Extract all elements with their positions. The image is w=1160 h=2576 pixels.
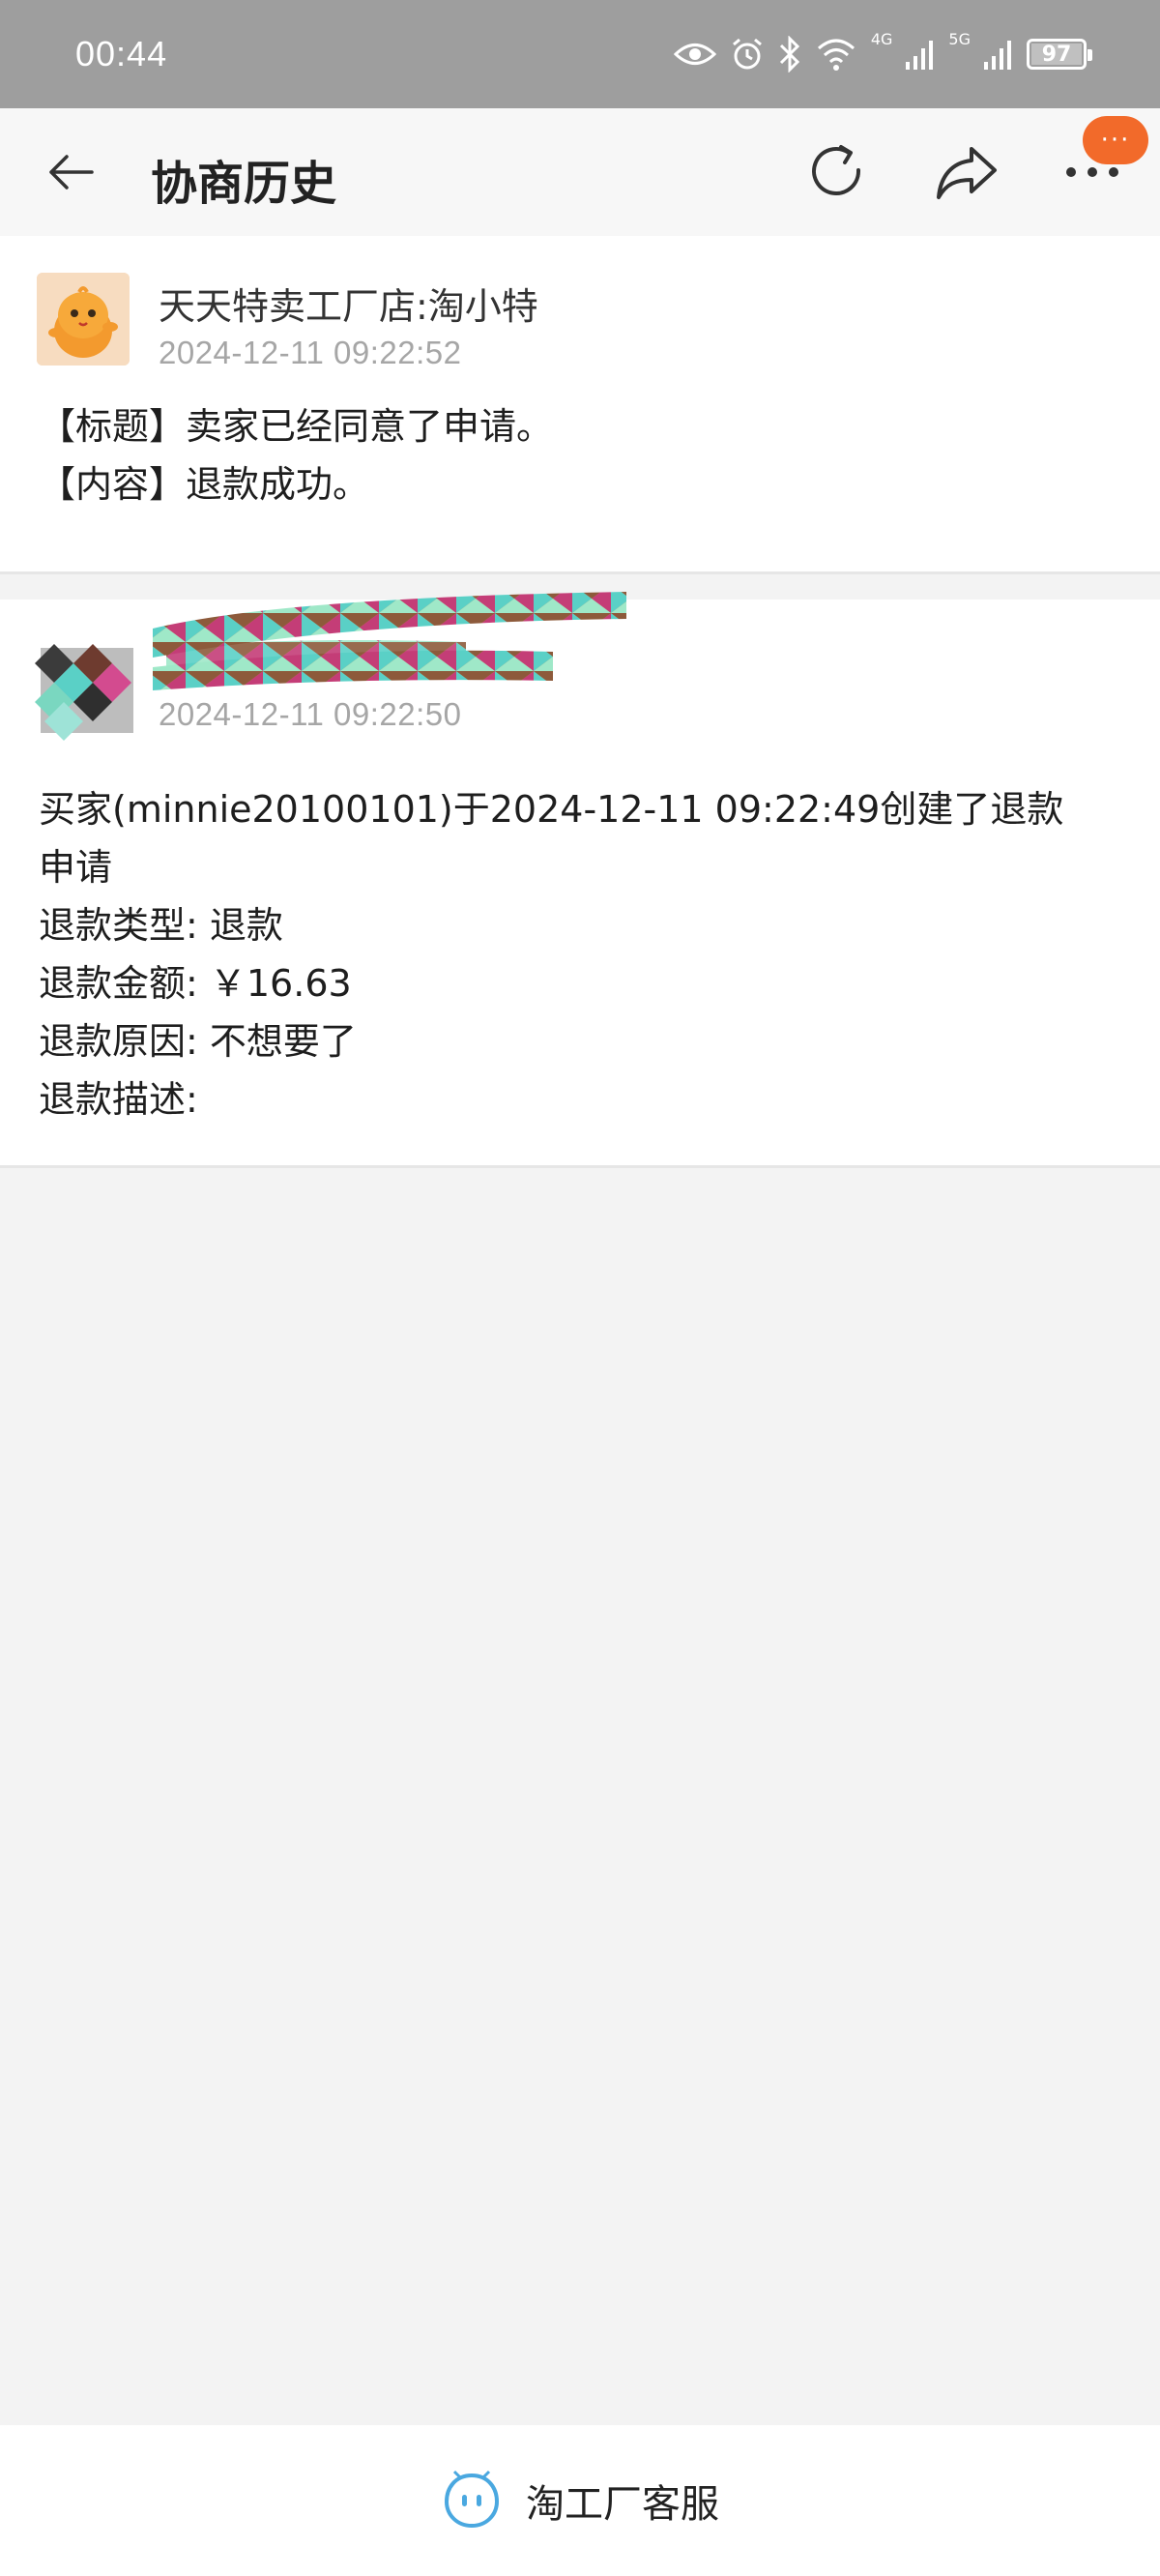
- signal-icon-2: [984, 41, 1011, 70]
- app-header: 协商历史: [0, 108, 1160, 236]
- refund-reason-line: 退款原因: 不想要了: [39, 1020, 357, 1063]
- network-type-1: 4G: [870, 30, 893, 48]
- status-time: 00:44: [75, 34, 168, 73]
- battery-indicator: 97: [1027, 39, 1092, 70]
- message-card: 天天特卖工厂店:淘小特 2024-12-11 09:22:52 【标题】卖家已经…: [0, 236, 1160, 574]
- redacted-name: [153, 592, 626, 690]
- refund-type-line: 退款类型: 退款: [39, 904, 283, 947]
- refresh-icon: [812, 145, 861, 195]
- signal-icon: [906, 41, 934, 70]
- redacted-avatar: [35, 644, 133, 741]
- bottom-bar: 淘工厂客服: [0, 2425, 1160, 2576]
- message-line: 申请: [39, 846, 113, 889]
- message-line: 买家(minnie20100101)于2024-12-11 09:22:49创建…: [39, 788, 1064, 831]
- page-title: 协商历史: [151, 157, 337, 211]
- message-card: 2024-12-11 09:22:50 买家(minnie20100101)于2…: [0, 592, 1160, 1168]
- message-time: 2024-12-11 09:22:50: [159, 696, 462, 732]
- customer-service-icon: [444, 2470, 500, 2529]
- sender-name: 天天特卖工厂店:淘小特: [159, 285, 538, 328]
- wifi-icon: [817, 39, 855, 71]
- arrow-left-icon: [49, 155, 94, 190]
- share-button[interactable]: [932, 137, 1001, 207]
- network-type-2: 5G: [948, 30, 971, 48]
- notification-badge[interactable]: ···: [1083, 116, 1148, 164]
- mascot-avatar-icon: [37, 273, 130, 366]
- alarm-icon: [732, 38, 762, 70]
- message-content-line: 【内容】退款成功。: [39, 463, 370, 506]
- message-time: 2024-12-11 09:22:52: [159, 335, 462, 370]
- message-title-line: 【标题】卖家已经同意了申请。: [39, 405, 554, 448]
- refresh-button[interactable]: [802, 137, 872, 207]
- status-icons: 4G 5G 97: [673, 30, 1092, 73]
- eye-icon: [673, 44, 716, 65]
- status-bar: 00:44 4G 5G 97: [0, 0, 1160, 108]
- refund-amount-line: 退款金额: ￥16.63: [39, 962, 352, 1005]
- back-button[interactable]: [43, 147, 99, 197]
- bluetooth-icon: [779, 36, 799, 73]
- seller-avatar: [37, 273, 130, 366]
- customer-service-button[interactable]: 淘工厂客服: [441, 2470, 719, 2532]
- customer-service-label: 淘工厂客服: [526, 2482, 719, 2527]
- refund-description-line: 退款描述:: [39, 1078, 198, 1121]
- more-icon: [1066, 167, 1118, 177]
- share-icon: [937, 147, 997, 199]
